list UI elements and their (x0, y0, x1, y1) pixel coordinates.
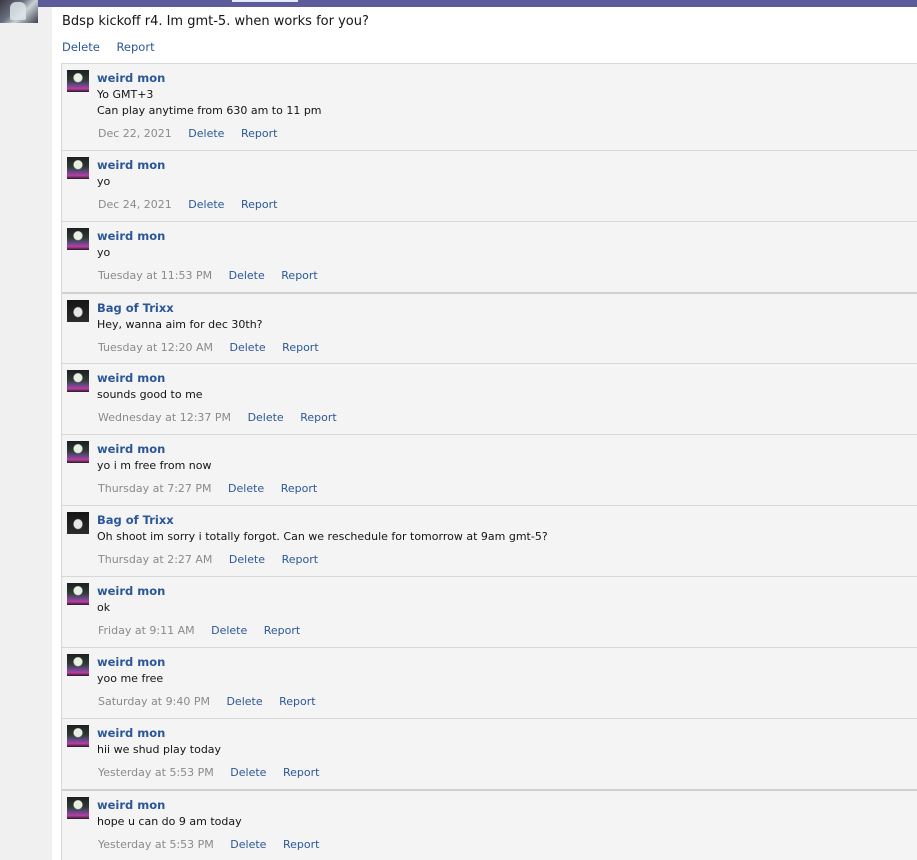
post-report-link[interactable]: Report (116, 40, 154, 54)
comment-delete-link[interactable]: Delete (248, 411, 284, 424)
comment-timestamp[interactable]: Friday at 9:11 AM (98, 624, 195, 637)
weird-mon-avatar[interactable] (67, 583, 89, 605)
post-delete-link[interactable]: Delete (62, 40, 100, 54)
comment-delete-link[interactable]: Delete (230, 766, 266, 779)
comment-item: weird mon hope u can do 9 am today Yeste… (62, 789, 917, 860)
comment-body: yoo me free (97, 672, 164, 685)
comment-timestamp[interactable]: Saturday at 9:40 PM (98, 695, 210, 708)
comment-author[interactable]: weird mon (97, 655, 165, 669)
comment-item: weird mon sounds good to me Wednesday at… (62, 363, 917, 434)
comment-delete-link[interactable]: Delete (226, 695, 262, 708)
comment-report-link[interactable]: Report (282, 553, 318, 566)
comment-meta: Friday at 9:11 AM Delete Report (98, 624, 300, 637)
comment-meta: Dec 22, 2021 Delete Report (98, 127, 277, 140)
comment-meta: Thursday at 2:27 AM Delete Report (98, 553, 318, 566)
comment-author[interactable]: Bag of Trixx (97, 301, 174, 315)
comment-body: Hey, wanna aim for dec 30th? (97, 318, 263, 331)
comment-body: hope u can do 9 am today (97, 815, 242, 828)
comment-item: weird mon yoo me free Saturday at 9:40 P… (62, 647, 917, 718)
comment-timestamp[interactable]: Dec 22, 2021 (98, 127, 172, 140)
comment-delete-link[interactable]: Delete (229, 553, 265, 566)
comment-item: weird mon hii we shud play today Yesterd… (62, 718, 917, 789)
comment-report-link[interactable]: Report (282, 341, 318, 354)
comment-timestamp[interactable]: Dec 24, 2021 (98, 198, 172, 211)
comment-report-link[interactable]: Report (300, 411, 336, 424)
comment-author[interactable]: weird mon (97, 229, 165, 243)
comment-delete-link[interactable]: Delete (230, 838, 266, 851)
active-tab-indicator (232, 0, 298, 2)
left-gutter (0, 7, 52, 860)
comment-timestamp[interactable]: Tuesday at 11:53 PM (98, 269, 212, 282)
comment-delete-link[interactable]: Delete (211, 624, 247, 637)
comment-meta: Yesterday at 5:53 PM Delete Report (98, 766, 319, 779)
comment-meta: Wednesday at 12:37 PM Delete Report (98, 411, 337, 424)
comment-body: sounds good to me (97, 388, 203, 401)
comment-author[interactable]: weird mon (97, 71, 165, 85)
comment-body: hii we shud play today (97, 743, 222, 756)
profile-post-text: Bdsp kickoff r4. Im gmt-5. when works fo… (62, 14, 369, 29)
comment-body: ok (97, 601, 111, 614)
bag-of-trixx-avatar[interactable] (67, 512, 89, 534)
weird-mon-avatar[interactable] (67, 228, 89, 250)
comment-timestamp[interactable]: Yesterday at 5:53 PM (98, 838, 214, 851)
comment-timestamp[interactable]: Thursday at 7:27 PM (98, 482, 212, 495)
comment-report-link[interactable]: Report (281, 269, 317, 282)
comment-report-link[interactable]: Report (281, 482, 317, 495)
comment-report-link[interactable]: Report (241, 198, 277, 211)
comment-body: Yo GMT+3 Can play anytime from 630 am to… (97, 88, 322, 117)
comment-delete-link[interactable]: Delete (229, 269, 265, 282)
comment-delete-link[interactable]: Delete (188, 198, 224, 211)
comment-report-link[interactable]: Report (283, 838, 319, 851)
comment-meta: Yesterday at 5:53 PM Delete Report (98, 838, 319, 851)
comment-list: weird mon Yo GMT+3 Can play anytime from… (61, 63, 917, 860)
comment-delete-link[interactable]: Delete (188, 127, 224, 140)
comment-item: Bag of Trixx Hey, wanna aim for dec 30th… (62, 292, 917, 363)
comment-report-link[interactable]: Report (264, 624, 300, 637)
weird-mon-avatar[interactable] (67, 157, 89, 179)
comment-timestamp[interactable]: Wednesday at 12:37 PM (98, 411, 231, 424)
comment-author[interactable]: Bag of Trixx (97, 513, 174, 527)
comment-author[interactable]: weird mon (97, 798, 165, 812)
comment-author[interactable]: weird mon (97, 584, 165, 598)
weird-mon-avatar[interactable] (67, 441, 89, 463)
comment-item: Bag of Trixx Oh shoot im sorry i totally… (62, 505, 917, 576)
comment-item: weird mon ok Friday at 9:11 AM Delete Re… (62, 576, 917, 647)
comment-author[interactable]: weird mon (97, 371, 165, 385)
comment-item: weird mon yo i m free from now Thursday … (62, 434, 917, 505)
comment-body: Oh shoot im sorry i totally forgot. Can … (97, 530, 548, 543)
comment-meta: Tuesday at 12:20 AM Delete Report (98, 341, 319, 354)
profile-post-actions: Delete Report (62, 40, 168, 54)
comment-item: weird mon yo Tuesday at 11:53 PM Delete … (62, 221, 917, 292)
weird-mon-avatar[interactable] (67, 70, 89, 92)
comment-author[interactable]: weird mon (97, 158, 165, 172)
comment-timestamp[interactable]: Yesterday at 5:53 PM (98, 766, 214, 779)
comment-report-link[interactable]: Report (279, 695, 315, 708)
weird-mon-avatar[interactable] (67, 725, 89, 747)
comment-body: yo (97, 175, 111, 188)
original-poster-avatar[interactable] (0, 0, 38, 23)
bag-of-trixx-avatar[interactable] (67, 300, 89, 322)
comment-report-link[interactable]: Report (283, 766, 319, 779)
comment-report-link[interactable]: Report (241, 127, 277, 140)
comment-meta: Tuesday at 11:53 PM Delete Report (98, 269, 318, 282)
comment-author[interactable]: weird mon (97, 442, 165, 456)
comment-body: yo (97, 246, 111, 259)
comment-body: yo i m free from now (97, 459, 212, 472)
comment-timestamp[interactable]: Tuesday at 12:20 AM (98, 341, 213, 354)
weird-mon-avatar[interactable] (67, 370, 89, 392)
comment-delete-link[interactable]: Delete (230, 341, 266, 354)
comment-author[interactable]: weird mon (97, 726, 165, 740)
comment-meta: Thursday at 7:27 PM Delete Report (98, 482, 317, 495)
weird-mon-avatar[interactable] (67, 797, 89, 819)
comment-meta: Dec 24, 2021 Delete Report (98, 198, 277, 211)
comment-timestamp[interactable]: Thursday at 2:27 AM (98, 553, 212, 566)
comment-meta: Saturday at 9:40 PM Delete Report (98, 695, 316, 708)
comment-item: weird mon Yo GMT+3 Can play anytime from… (62, 63, 917, 150)
comment-item: weird mon yo Dec 24, 2021 Delete Report (62, 150, 917, 221)
weird-mon-avatar[interactable] (67, 654, 89, 676)
top-nav-bar (0, 0, 917, 7)
comment-delete-link[interactable]: Delete (228, 482, 264, 495)
